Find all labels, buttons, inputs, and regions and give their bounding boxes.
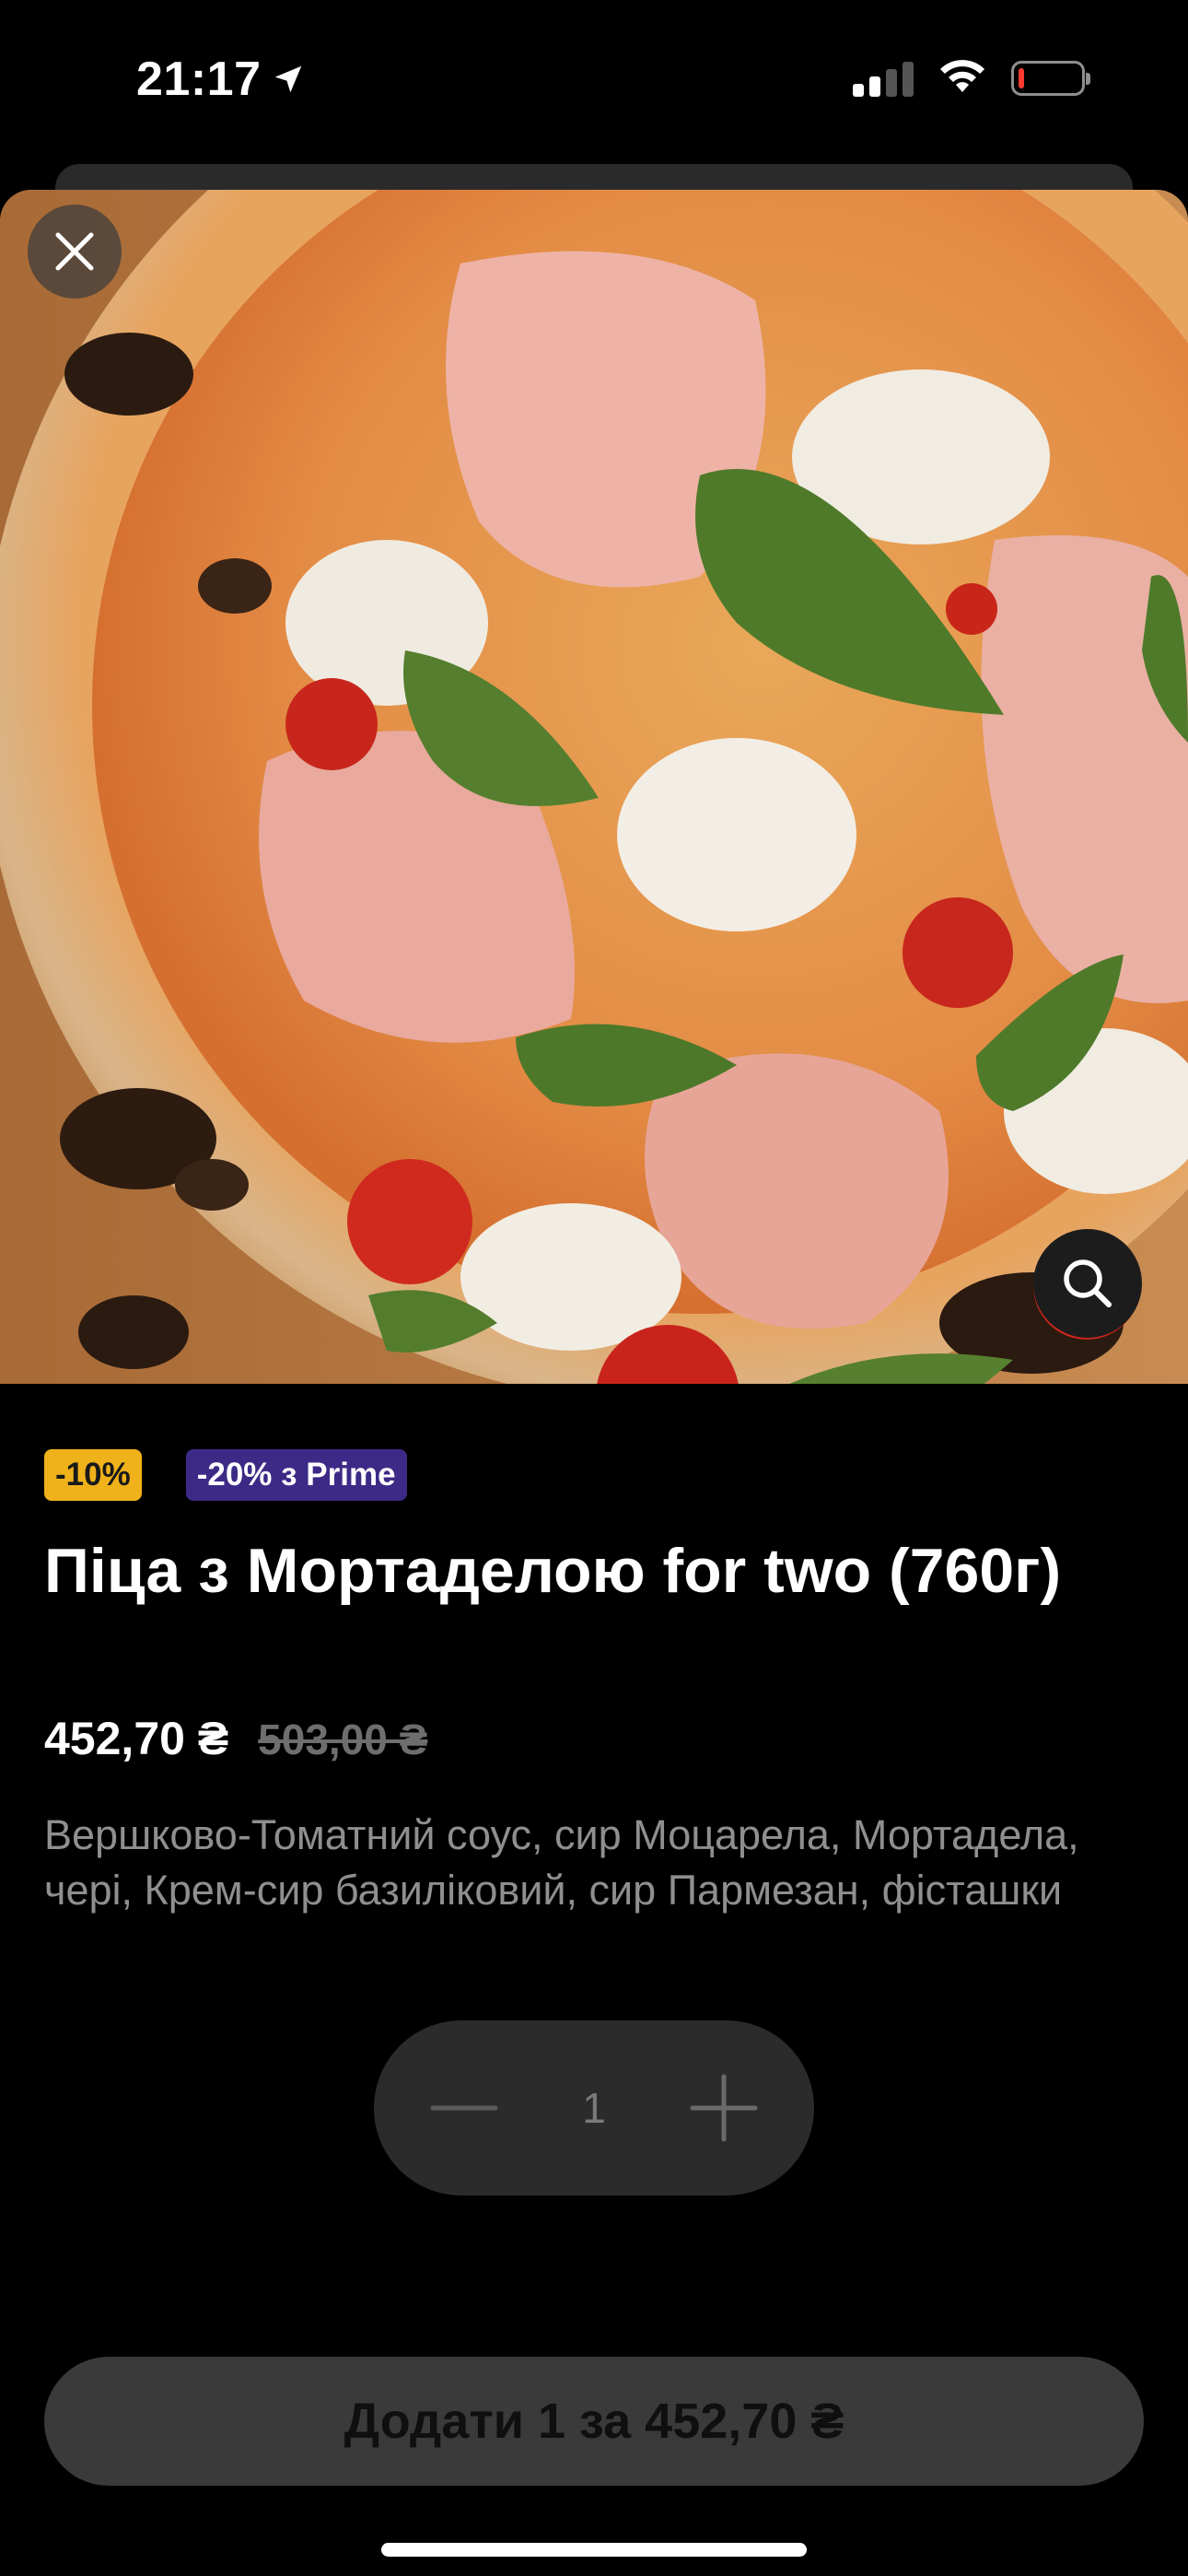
badges: -10% -20% з Prime [44, 1449, 407, 1501]
home-indicator[interactable] [381, 2543, 807, 2557]
add-to-cart-button[interactable]: Додати 1 за 452,70 ₴ [44, 2357, 1144, 2486]
product-image [0, 190, 1188, 1384]
plus-icon [690, 2074, 758, 2142]
minus-icon [430, 2105, 498, 2111]
product-description: Вершково-Томатний соус, сир Моцарела, Мо… [44, 1811, 1079, 1914]
cellular-signal-icon [853, 60, 914, 97]
quantity-value: 1 [582, 2084, 606, 2132]
discount-badge: -10% [44, 1449, 142, 1501]
battery-low-icon [1011, 60, 1090, 96]
increase-button[interactable] [685, 2069, 763, 2147]
prime-badge: -20% з Prime [185, 1449, 407, 1501]
quantity-stepper: 1 [374, 2020, 814, 2195]
status-time: 21:17 [136, 52, 306, 107]
close-icon [55, 232, 94, 271]
status-time-text: 21:17 [136, 53, 262, 106]
status-bar: 21:17 [0, 0, 1188, 157]
product-title: Піца з Мортаделою for two (760г) [44, 1536, 1062, 1606]
close-button[interactable] [28, 205, 122, 299]
current-price: 452,70 ₴ [44, 1713, 229, 1764]
zoom-button[interactable] [1033, 1229, 1142, 1338]
wifi-icon [938, 57, 987, 99]
decrease-button[interactable] [425, 2069, 503, 2147]
search-icon [1064, 1259, 1112, 1307]
price-row: 452,70 ₴ 503,00 ₴ [44, 1712, 427, 1765]
status-icons [853, 57, 1090, 99]
location-arrow-icon [271, 62, 306, 97]
old-price: 503,00 ₴ [258, 1715, 428, 1763]
